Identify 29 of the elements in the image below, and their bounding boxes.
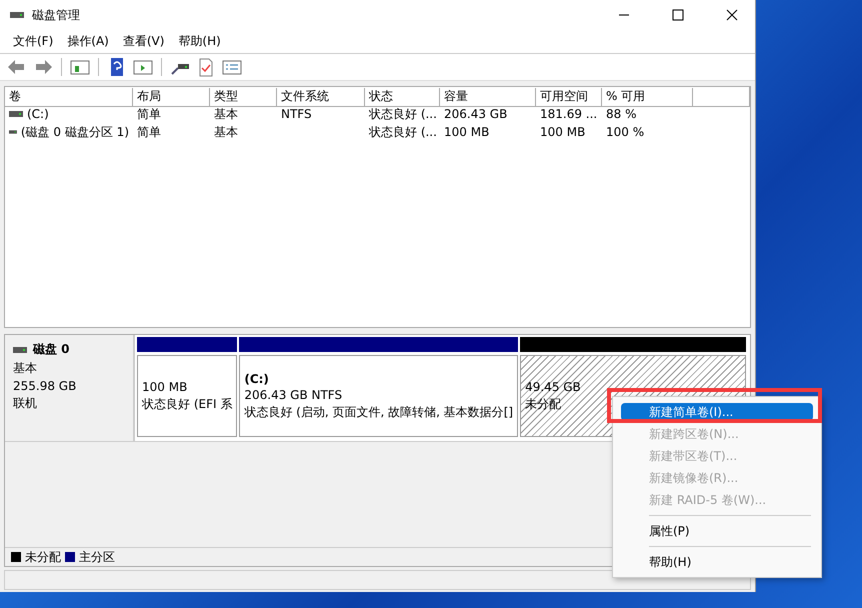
table-cell: 简单: [137, 106, 161, 122]
table-cell: 88 %: [606, 107, 636, 121]
legend-label: 主分区: [79, 548, 115, 566]
partition-size: 100 MB: [142, 380, 188, 394]
table-cell: 基本: [214, 106, 238, 122]
table-cell: 100 MB: [540, 125, 586, 139]
partition-status: 状态良好 (启动, 页面文件, 故障转储, 基本数据分[]: [244, 404, 514, 420]
table-cell: 状态良好 (...: [369, 124, 437, 140]
table-cell: (磁盘 0 磁盘分区 1): [20, 124, 129, 140]
table-cell: NTFS: [281, 107, 312, 121]
disk-size: 255.98 GB: [13, 379, 78, 393]
table-cell: 100 MB: [444, 125, 490, 139]
partition-status: 未分配: [525, 396, 562, 412]
partition-size: 49.45 GB: [525, 380, 581, 394]
partition-size: 206.43 GB NTFS: [244, 388, 342, 402]
disk-type: 基本: [13, 360, 38, 377]
table-cell: 基本: [214, 124, 238, 140]
table-cell: 简单: [137, 124, 161, 140]
partition-status: 状态良好 (EFI 系: [142, 396, 232, 412]
table-cell: 181.69 ...: [540, 107, 598, 121]
window-title: 磁盘管理: [32, 6, 81, 24]
table-cell: 状态良好 (...: [369, 106, 437, 122]
partition-title: (C:): [244, 372, 269, 386]
table-cell: 206.43 GB: [444, 107, 508, 121]
table-cell: 100 %: [606, 125, 644, 139]
disk-status: 联机: [13, 395, 38, 412]
disk-name: 磁盘 0: [33, 341, 70, 358]
legend-label: 未分配: [25, 548, 61, 566]
table-cell: (C:): [27, 107, 49, 121]
